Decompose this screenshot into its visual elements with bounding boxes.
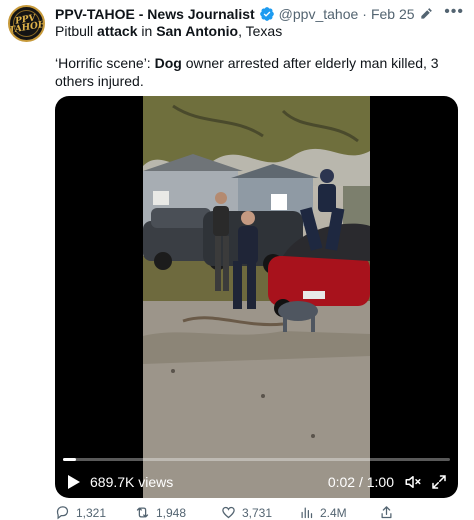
reply-count: 1,321 bbox=[76, 505, 107, 520]
video-view-count: 689.7K views bbox=[90, 474, 174, 490]
share-button[interactable] bbox=[379, 505, 400, 520]
fullscreen-icon[interactable] bbox=[430, 473, 448, 491]
edited-pencil-icon[interactable] bbox=[419, 7, 433, 21]
repost-count: 1,948 bbox=[156, 505, 187, 520]
video-controls: 689.7K views 0:02 / 1:00 bbox=[55, 468, 458, 498]
separator-dot: · bbox=[362, 6, 367, 22]
analytics-icon bbox=[301, 507, 313, 519]
repost-button[interactable]: 1,948 bbox=[135, 505, 186, 520]
more-options-icon[interactable]: ••• bbox=[444, 3, 464, 21]
reply-icon bbox=[56, 506, 69, 520]
share-icon bbox=[381, 506, 392, 519]
tweet-actions: 1,321 1,948 3,731 2.4M bbox=[55, 505, 444, 520]
avatar-logo: PPV TAHOE bbox=[10, 12, 43, 36]
text-part: Pitbull bbox=[55, 23, 98, 39]
views-button[interactable]: 2.4M bbox=[299, 505, 347, 520]
video-progress-fill bbox=[63, 458, 76, 461]
video-player[interactable]: 689.7K views 0:02 / 1:00 bbox=[55, 96, 458, 498]
tweet-date[interactable]: Feb 25 bbox=[371, 6, 415, 22]
author-handle[interactable]: @ppv_tahoe bbox=[279, 6, 359, 22]
like-count: 3,731 bbox=[242, 505, 273, 520]
text-part: , Texas bbox=[238, 23, 283, 39]
video-frame[interactable] bbox=[143, 96, 370, 498]
mute-icon[interactable] bbox=[404, 473, 422, 491]
video-timestamp: 0:02 / 1:00 bbox=[327, 474, 394, 490]
tweet-text-paragraph: ‘Horrific scene’: Dog owner arrested aft… bbox=[55, 54, 455, 90]
tweet-header: PPV-TAHOE - News Journalist @ppv_tahoe ·… bbox=[55, 3, 464, 23]
video-scene bbox=[143, 96, 370, 498]
text-part: in bbox=[137, 23, 157, 39]
text-bold-attack: attack bbox=[97, 23, 138, 39]
avatar[interactable]: PPV TAHOE bbox=[8, 5, 45, 42]
reply-button[interactable]: 1,321 bbox=[55, 505, 106, 520]
text-bold-dog: Dog bbox=[154, 55, 182, 71]
like-button[interactable]: 3,731 bbox=[221, 505, 272, 520]
heart-icon bbox=[222, 506, 235, 519]
play-icon[interactable] bbox=[67, 474, 81, 490]
repost-icon bbox=[136, 507, 149, 518]
author-name[interactable]: PPV-TAHOE - News Journalist bbox=[55, 6, 255, 22]
text-bold-location: San Antonio bbox=[156, 23, 239, 39]
text-part: ‘Horrific scene’: bbox=[55, 55, 155, 71]
views-count: 2.4M bbox=[320, 505, 347, 520]
tweet-text-line: Pitbull attack in San Antonio, Texas bbox=[55, 23, 282, 39]
verified-badge-icon[interactable] bbox=[259, 6, 275, 22]
video-progress-bar[interactable] bbox=[63, 458, 450, 461]
